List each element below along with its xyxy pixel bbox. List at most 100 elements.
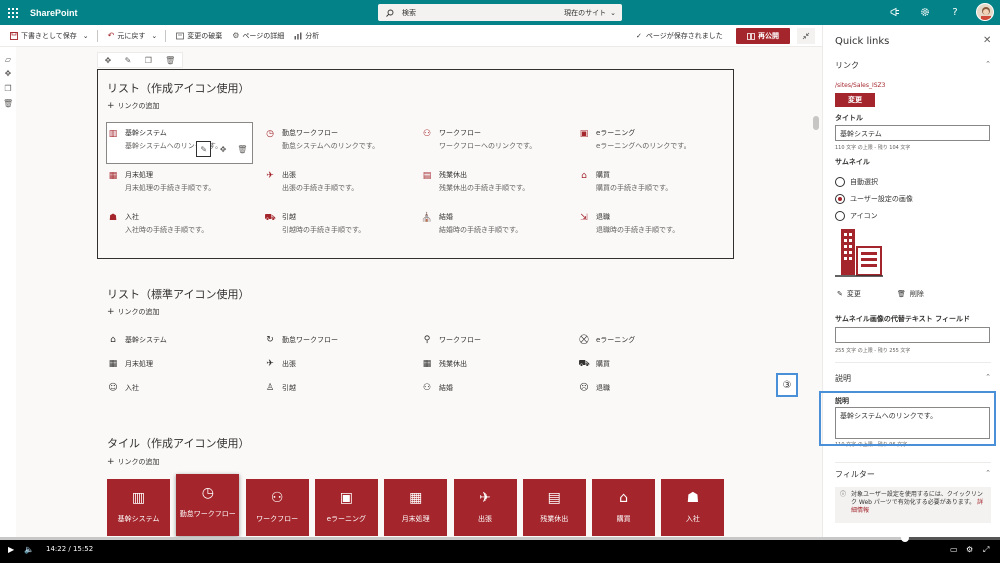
filter-group-label: フィルター bbox=[835, 470, 875, 479]
save-dropdown[interactable]: ⌄ bbox=[83, 32, 89, 40]
megaphone-icon[interactable] bbox=[886, 3, 904, 21]
radio-button[interactable] bbox=[835, 211, 845, 221]
thumb-option-auto[interactable]: 自動選択 bbox=[835, 177, 878, 187]
move-item-icon[interactable]: ✥ bbox=[215, 141, 230, 157]
thumb-change-button[interactable]: ✎ 変更 bbox=[837, 289, 861, 299]
delete-icon[interactable]: 🗑 bbox=[165, 56, 175, 65]
quick-link-item[interactable]: ♙ 引越 bbox=[264, 382, 296, 394]
quick-link-item[interactable]: ⚲ ワークフロー bbox=[421, 334, 481, 346]
change-link-button[interactable]: 変更 bbox=[835, 93, 875, 107]
volume-icon[interactable]: 🔈 bbox=[24, 545, 34, 554]
edit-webpart-icon[interactable]: ✎ bbox=[125, 56, 132, 65]
quick-link-item[interactable]: ⚇ ワークフロー ワークフローへのリンクです。 bbox=[421, 128, 536, 151]
quick-link-item[interactable]: ▣ eラーニング eラーニングへのリンクです。 bbox=[578, 128, 691, 151]
add-link-button[interactable]: + リンクの追加 bbox=[107, 457, 160, 467]
description-group-header[interactable]: 説明 ⌃ bbox=[835, 373, 991, 384]
quick-link-item[interactable]: ⛒ eラーニング bbox=[578, 334, 635, 346]
quick-link-item[interactable]: ✈ 出張 bbox=[264, 358, 296, 370]
highlight-box bbox=[819, 391, 996, 446]
filter-group-header[interactable]: フィルター ⌃ bbox=[835, 469, 991, 480]
collapse-panel-button[interactable] bbox=[797, 28, 815, 44]
quick-link-item[interactable]: ⚇ 結婚 bbox=[421, 382, 453, 394]
thumb-remove-button[interactable]: 🗑 削除 bbox=[897, 289, 924, 299]
duplicate-section-icon[interactable]: ❐ bbox=[3, 84, 13, 94]
quick-link-item[interactable]: ☺ 入社 bbox=[107, 382, 139, 394]
canvas-scrollbar[interactable] bbox=[813, 116, 819, 130]
settings-icon[interactable]: ⚙ bbox=[966, 545, 973, 554]
duplicate-icon[interactable]: ❐ bbox=[145, 56, 152, 65]
video-progress-knob[interactable] bbox=[901, 534, 909, 542]
info-icon: ⓘ bbox=[840, 491, 847, 498]
quick-link-item[interactable]: ⌂ 基幹システム bbox=[107, 334, 167, 346]
discard-button[interactable]: 変更の破棄 bbox=[176, 31, 222, 41]
play-icon[interactable]: ▶ bbox=[8, 545, 14, 554]
thumb-option-label: 自動選択 bbox=[850, 178, 878, 186]
thumb-option-custom[interactable]: ユーザー設定の画像 bbox=[835, 194, 913, 204]
quick-link-item[interactable]: ▦ 残業休出 bbox=[421, 358, 467, 370]
quick-link-tile[interactable]: ▥ 基幹システム bbox=[107, 479, 170, 536]
quick-link-item[interactable]: ⛟ 引越 引越時の手続き手順です。 bbox=[264, 212, 365, 235]
quick-link-description: 出張の手続き手順です。 bbox=[282, 184, 359, 192]
delete-item-icon[interactable]: 🗑 bbox=[235, 141, 250, 157]
app-title[interactable]: SharePoint bbox=[30, 8, 78, 18]
add-link-button[interactable]: + リンクの追加 bbox=[107, 101, 160, 111]
quick-link-item[interactable]: ↻ 勤怠ワークフロー bbox=[264, 334, 338, 346]
edit-section-icon[interactable]: ▱ bbox=[3, 55, 13, 65]
delete-section-icon[interactable]: 🗑 bbox=[3, 99, 13, 109]
tile-label: 月末処理 bbox=[401, 515, 430, 523]
save-draft-button[interactable]: 下書きとして保存 bbox=[10, 31, 77, 41]
quick-link-item[interactable]: ⇲ 退職 退職時の手続き手順です。 bbox=[578, 212, 679, 235]
quick-link-title: 結婚 bbox=[439, 213, 453, 221]
edit-item-icon[interactable]: ✎ bbox=[196, 141, 212, 157]
quick-link-tile[interactable]: ▣ eラーニング bbox=[314, 479, 378, 536]
user-avatar[interactable] bbox=[976, 3, 994, 21]
alt-text-input[interactable] bbox=[835, 327, 990, 343]
suite-header: SharePoint 検索 現在のサイト ⌄ ? bbox=[0, 0, 1000, 25]
settings-gear-icon[interactable] bbox=[916, 3, 934, 21]
quick-link-item[interactable]: ▤ 残業休出 残業休出の手続き手順です。 bbox=[421, 170, 530, 193]
quick-link-item[interactable]: ✈ 出張 出張の手続き手順です。 bbox=[264, 170, 358, 193]
quick-link-tile[interactable]: ⚇ ワークフロー bbox=[245, 479, 309, 536]
quick-link-item[interactable]: ▦ 月末処理 月末処理の手続き手順です。 bbox=[107, 170, 216, 193]
close-icon[interactable]: ✕ bbox=[983, 35, 991, 46]
video-progress-track[interactable] bbox=[0, 534, 1000, 542]
elearning-icon: ▣ bbox=[579, 129, 589, 139]
quick-link-tile[interactable]: ☗ 入社 bbox=[661, 479, 725, 536]
quick-link-item[interactable]: ▦ 月末処理 bbox=[107, 358, 153, 370]
radio-button-selected[interactable] bbox=[835, 194, 845, 204]
quick-link-item[interactable]: ☹ 退職 bbox=[578, 382, 610, 394]
add-link-button[interactable]: + リンクの追加 bbox=[107, 307, 160, 317]
property-pane: Quick links ✕ リンク ⌃ /sites/Sales_ISZ3 変更… bbox=[822, 25, 1000, 537]
move-section-icon[interactable]: ✥ bbox=[3, 69, 13, 79]
basket-icon: ⌂ bbox=[581, 171, 587, 181]
quick-link-item[interactable]: ◷ 勤怠ワークフロー 勤怠システムへのリンクです。 bbox=[264, 128, 379, 151]
search-icon bbox=[386, 9, 394, 17]
analytics-button[interactable]: 分析 bbox=[294, 31, 319, 41]
help-icon[interactable]: ? bbox=[946, 3, 964, 21]
radio-button[interactable] bbox=[835, 177, 845, 187]
quick-link-item[interactable]: ☗ 入社 入社時の手続き手順です。 bbox=[107, 212, 208, 235]
undo-button[interactable]: ↶ 元に戻す bbox=[108, 31, 146, 41]
title-input[interactable]: 基幹システム bbox=[835, 125, 990, 141]
undo-dropdown[interactable]: ⌄ bbox=[151, 32, 157, 40]
thumb-option-icon[interactable]: アイコン bbox=[835, 211, 878, 221]
app-launcher-icon[interactable] bbox=[2, 0, 24, 25]
captions-icon[interactable]: ▭ bbox=[950, 545, 958, 554]
link-group-header[interactable]: リンク ⌃ bbox=[835, 60, 991, 71]
quick-link-item[interactable]: ⛟ 購買 bbox=[578, 358, 610, 370]
quick-link-item[interactable]: ⌂ 購買 購買の手続き手順です。 bbox=[578, 170, 672, 193]
search-scope-dropdown[interactable]: 現在のサイト ⌄ bbox=[564, 8, 616, 18]
move-icon[interactable]: ✥ bbox=[105, 56, 112, 65]
quick-link-tile[interactable]: ▤ 残業休出 bbox=[522, 479, 586, 536]
republish-button[interactable]: 再公開 bbox=[736, 28, 790, 44]
fullscreen-icon[interactable]: ⤢ bbox=[983, 545, 989, 555]
page-details-button[interactable]: ⚙ ページの詳細 bbox=[232, 31, 284, 41]
quick-link-tile[interactable]: ◷ 勤怠ワークフロー bbox=[176, 474, 240, 536]
search-box[interactable]: 検索 現在のサイト ⌄ bbox=[378, 4, 622, 21]
quick-link-tile[interactable]: ✈ 出張 bbox=[453, 479, 517, 536]
discard-label: 変更の破棄 bbox=[187, 31, 223, 40]
quick-link-tile[interactable]: ⌂ 購買 bbox=[592, 479, 656, 536]
quick-link-item[interactable]: ⛪ 結婚 結婚時の手続き手順です。 bbox=[421, 212, 522, 235]
quick-link-tile[interactable]: ▦ 月末処理 bbox=[384, 479, 448, 536]
description-group-label: 説明 bbox=[835, 374, 851, 383]
